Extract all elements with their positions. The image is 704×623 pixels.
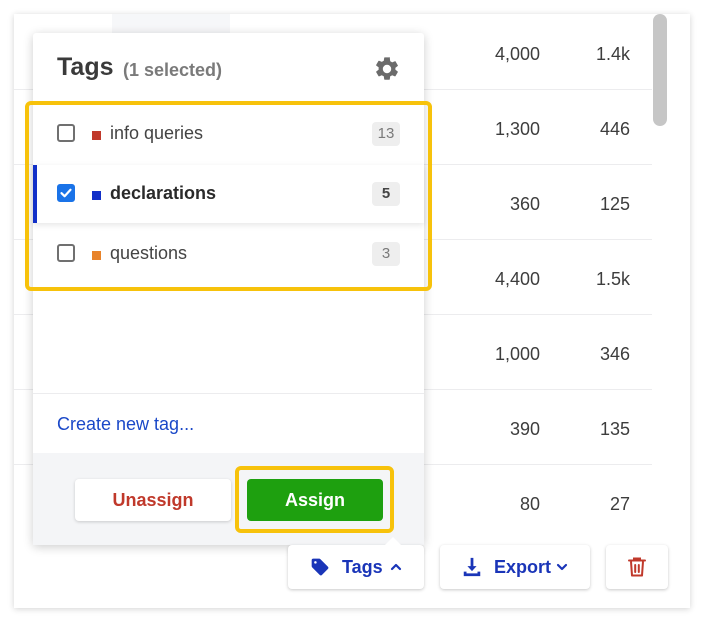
trash-icon — [628, 557, 646, 577]
export-dropdown-button[interactable]: Export — [440, 545, 590, 589]
cell-value: 1.4k — [595, 44, 630, 64]
chevron-down-icon — [556, 563, 568, 571]
popover-divider — [33, 393, 424, 394]
cell-value: 1.5k — [595, 269, 630, 289]
popover-selected-count: (1 selected) — [123, 60, 223, 80]
cell-volume: 4,400 — [494, 269, 540, 289]
export-dropdown-label: Export — [494, 557, 552, 577]
cell-volume: 360 — [509, 194, 540, 214]
unassign-button[interactable]: Unassign — [75, 479, 231, 521]
table-scrollbar-thumb[interactable] — [653, 14, 667, 126]
popover-pointer — [384, 537, 402, 546]
cell-value: 446 — [599, 119, 630, 139]
gear-icon[interactable] — [373, 55, 401, 83]
cell-volume: 1,300 — [494, 119, 540, 139]
cell-volume: 80 — [519, 494, 540, 514]
delete-button[interactable] — [606, 545, 668, 589]
cell-value: 346 — [599, 344, 630, 364]
cell-volume: 4,000 — [494, 44, 540, 64]
cell-value: 125 — [599, 194, 630, 214]
tags-dropdown-button[interactable]: Tags — [288, 537, 424, 589]
tag-list-highlight — [25, 101, 432, 291]
cell-volume: 390 — [509, 419, 540, 439]
chevron-up-icon — [390, 563, 402, 571]
tag-icon — [311, 558, 329, 576]
cell-volume: 1,000 — [494, 344, 540, 364]
cell-value: 27 — [609, 494, 630, 514]
cell-value: 135 — [599, 419, 630, 439]
create-new-tag-link[interactable]: Create new tag... — [57, 414, 194, 435]
popover-title: Tags — [57, 53, 114, 81]
assign-button-highlight — [235, 466, 394, 533]
tags-dropdown-label: Tags — [342, 557, 383, 577]
download-icon — [463, 557, 481, 577]
